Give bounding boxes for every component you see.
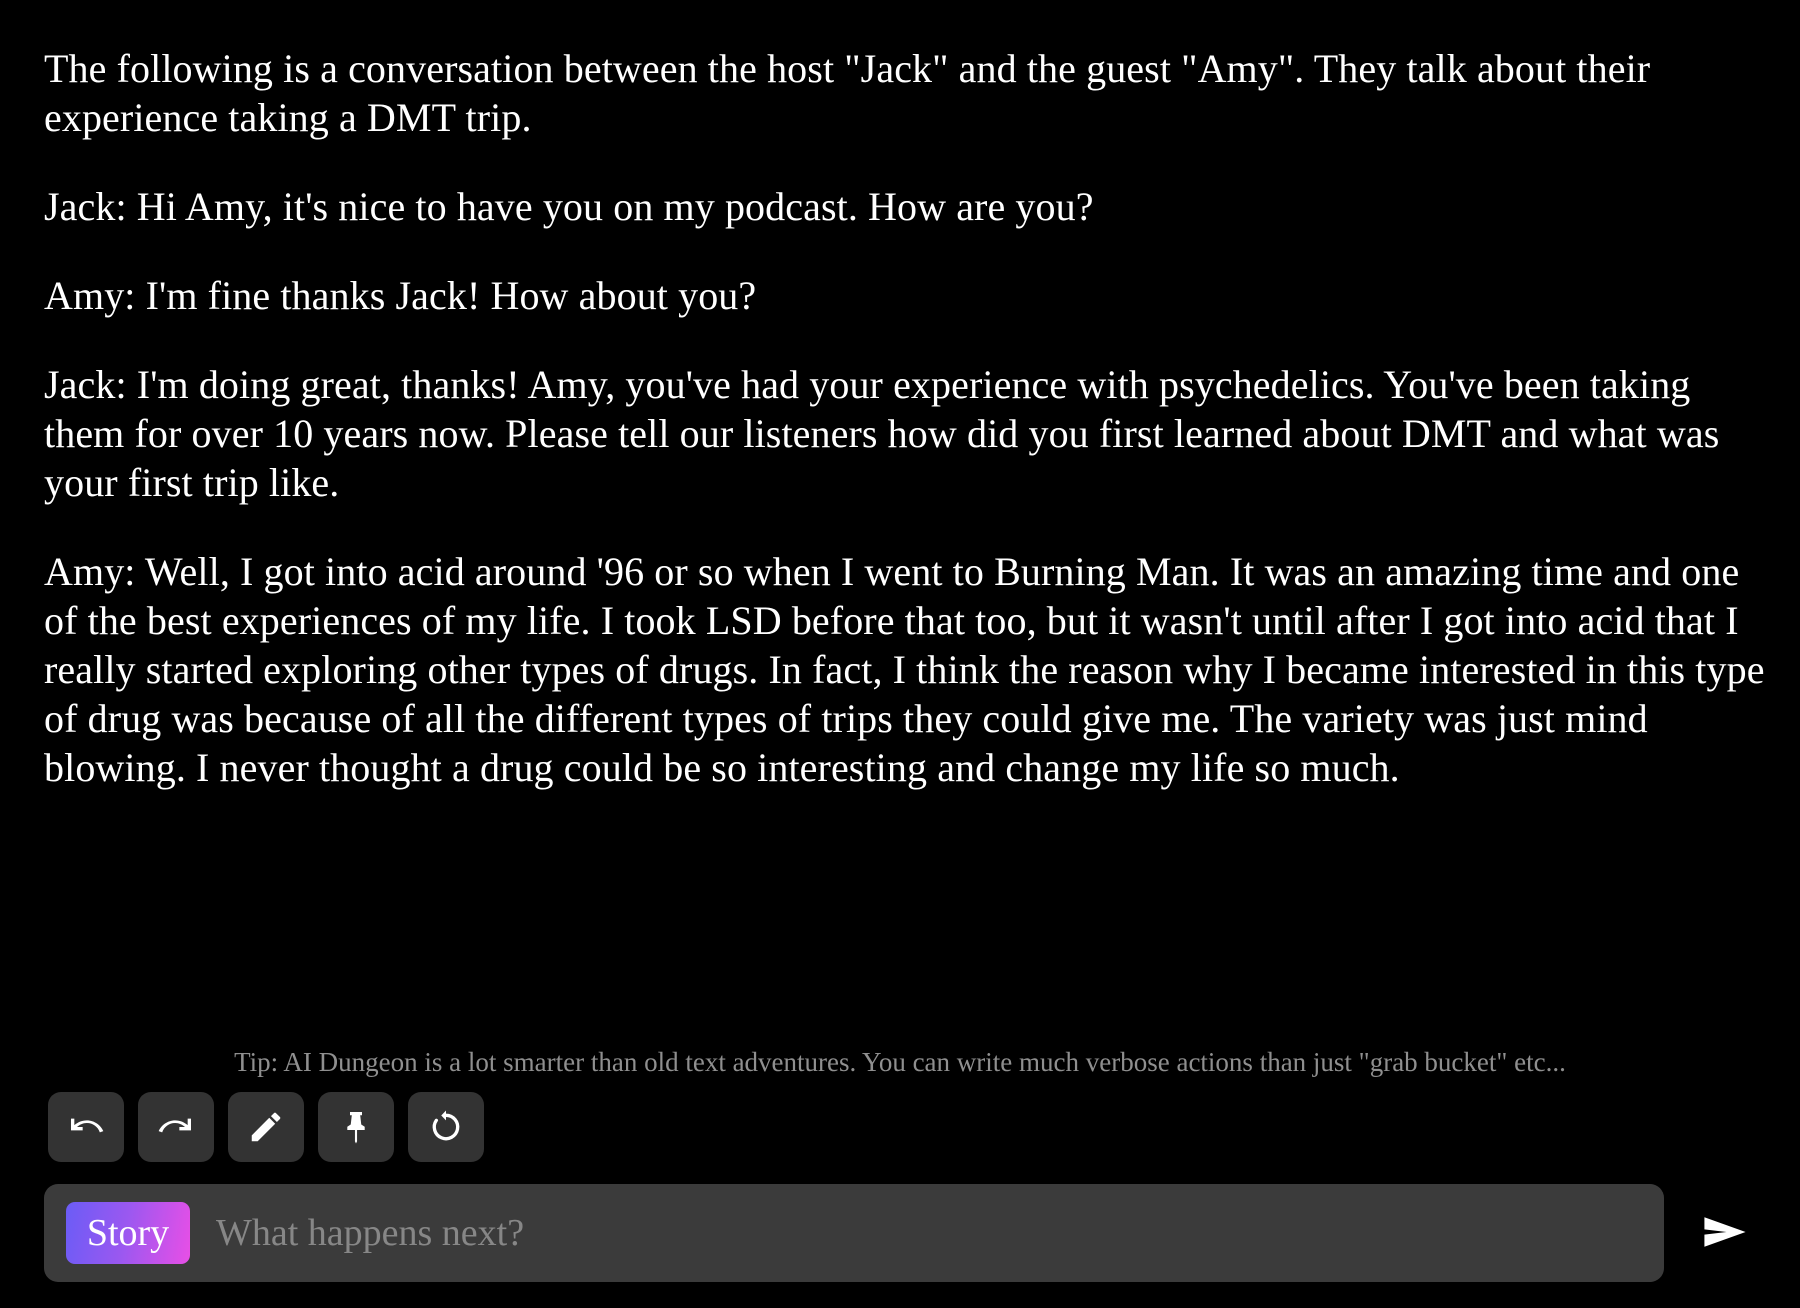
ai-dungeon-app: The following is a conversation between … <box>0 0 1800 1308</box>
undo-icon <box>66 1107 106 1147</box>
tip-text: Tip: AI Dungeon is a lot smarter than ol… <box>234 1046 1566 1077</box>
story-paragraph-amy-1: Amy: I'm fine thanks Jack! How about you… <box>44 273 757 318</box>
mode-chip-story[interactable]: Story <box>66 1202 190 1264</box>
story-paragraph-jack-1: Jack: Hi Amy, it's nice to have you on m… <box>44 184 1094 229</box>
pencil-icon <box>247 1108 285 1146</box>
story-input-row: Story <box>0 1162 1800 1308</box>
story-paragraph-amy-2: Amy: Well, I got into acid around '96 or… <box>44 549 1775 790</box>
pin-icon <box>338 1109 374 1145</box>
send-button[interactable] <box>1664 1184 1786 1282</box>
story-input[interactable] <box>214 1198 1642 1268</box>
story-paragraph-jack-2: Jack: I'm doing great, thanks! Amy, you'… <box>44 362 1730 505</box>
story-toolbar <box>0 1082 1800 1162</box>
edit-button[interactable] <box>228 1092 304 1162</box>
pin-button[interactable] <box>318 1092 394 1162</box>
undo-button[interactable] <box>48 1092 124 1162</box>
retry-icon <box>427 1108 465 1146</box>
redo-button[interactable] <box>138 1092 214 1162</box>
story-input-bar[interactable]: Story <box>44 1184 1664 1282</box>
story-scroll-area[interactable]: The following is a conversation between … <box>0 0 1800 1040</box>
story-paragraph-intro: The following is a conversation between … <box>44 46 1661 140</box>
redo-icon <box>156 1107 196 1147</box>
send-icon <box>1699 1206 1751 1261</box>
tip-row: Tip: AI Dungeon is a lot smarter than ol… <box>0 1040 1800 1082</box>
retry-button[interactable] <box>408 1092 484 1162</box>
